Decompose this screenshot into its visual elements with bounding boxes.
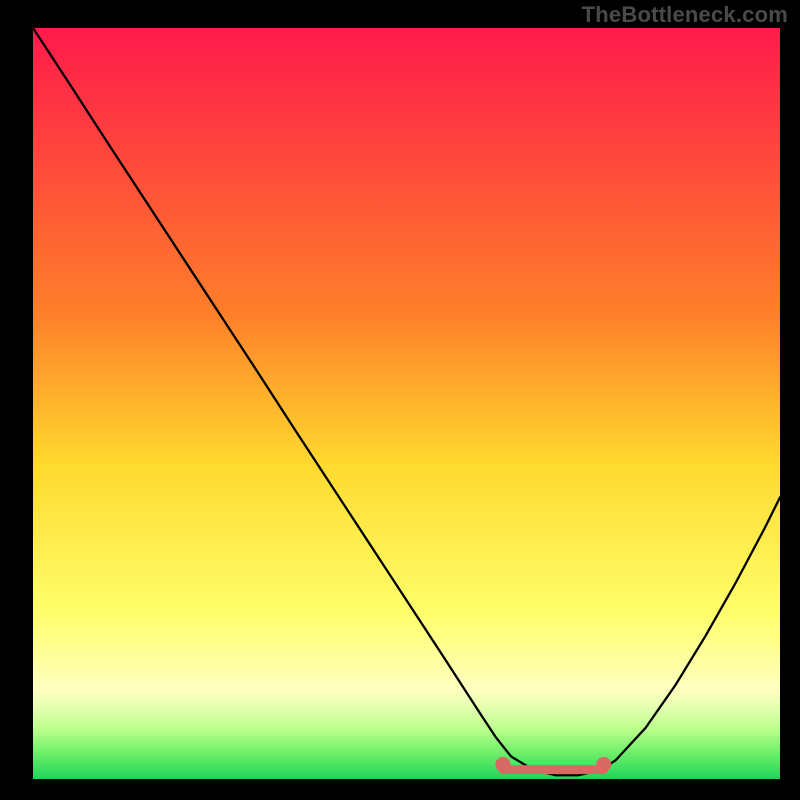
flat-region-left-cap: [495, 757, 510, 772]
bottleneck-plot: [33, 28, 780, 779]
gradient-background: [33, 28, 780, 779]
watermark-text: TheBottleneck.com: [582, 2, 788, 28]
chart-frame: TheBottleneck.com: [0, 0, 800, 800]
flat-region-right-cap: [596, 757, 611, 772]
